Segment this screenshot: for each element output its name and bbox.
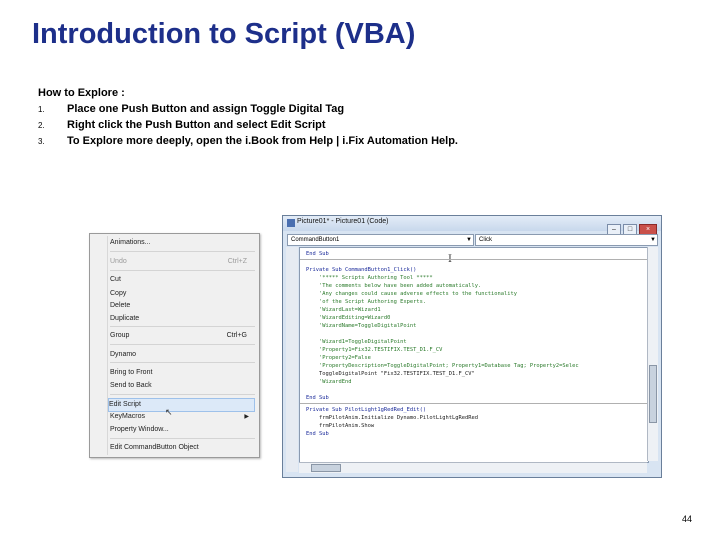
menu-item[interactable]: Delete (110, 300, 255, 312)
menu-item[interactable]: Animations... (110, 237, 255, 249)
code-window: Picture01* - Picture01 (Code) – □ × Comman… (282, 215, 662, 478)
code-line: 'of the Script Authoring Experts. (306, 299, 427, 305)
menu-item[interactable]: Cut (110, 274, 255, 286)
step-number: 2. (38, 121, 45, 130)
steps-list: 1. Place one Push Button and assign Toggl… (38, 101, 458, 149)
code-line: 'Any changes could cause adverse effects… (306, 291, 517, 297)
menu-item-label: Delete (110, 302, 131, 309)
code-editor[interactable]: I End Sub Private Sub CommandButton1_Clic… (299, 247, 649, 463)
horizontal-scrollbar[interactable] (299, 462, 647, 473)
procedure-separator (300, 259, 648, 260)
code-line: 'The comments below have been added auto… (306, 283, 482, 289)
procedure-separator (300, 403, 648, 404)
code-line: 'WizardEditing=Wizard0 (306, 315, 391, 321)
menu-separator (110, 394, 255, 395)
menu-item-label: Duplicate (110, 315, 140, 322)
menu-gutter (107, 236, 108, 455)
window-controls: – □ × (605, 218, 657, 236)
step-text: Right click the Push Button and select E… (67, 119, 326, 131)
page-number: 44 (681, 514, 692, 524)
code-line: '***** Scripts Authoring Tool ***** (306, 275, 433, 281)
chevron-right-icon: ▶ (244, 414, 249, 420)
code-line: 'Property1=Fix32.TESTIFIX.TEST_D1.F_CV (306, 347, 443, 353)
window-title: Picture01* - Picture01 (Code) (297, 218, 389, 225)
menu-item-label: Property Window... (110, 426, 169, 433)
step-number: 3. (38, 137, 45, 146)
code-line: End Sub (306, 395, 329, 401)
menu-item-label: Bring to Front (110, 369, 153, 376)
intro-text: How to Explore : (38, 87, 125, 99)
menu-item[interactable]: Bring to Front (110, 367, 255, 379)
code-line: Private Sub PilotLight1gRedRed_Edit() (306, 407, 427, 413)
code-line: Private Sub CommandButton1_Click() (306, 267, 417, 273)
menu-item-label: Group (110, 332, 130, 339)
chevron-down-icon[interactable]: ▼ (466, 235, 472, 245)
menu-item[interactable]: Group Ctrl+G (110, 330, 255, 342)
menu-item-shortcut: Ctrl+Z (227, 258, 247, 265)
object-combo[interactable]: CommandButton1 ▼ (287, 234, 474, 246)
menu-separator (110, 326, 255, 327)
menu-separator (110, 344, 255, 345)
code-line: 'WizardLast=Wizard1 (306, 307, 381, 313)
title-bar[interactable]: Picture01* - Picture01 (Code) – □ × (283, 216, 661, 236)
vba-window-icon (287, 219, 295, 227)
procedure-combo[interactable]: Click ▼ (475, 234, 658, 246)
step-text: To Explore more deeply, open the i.Book … (67, 135, 458, 147)
horizontal-scroll-thumb[interactable] (311, 464, 341, 472)
procedure-combo-value: Click (479, 237, 492, 243)
chevron-down-icon[interactable]: ▼ (650, 235, 656, 245)
step-item: 2. Right click the Push Button and select… (38, 117, 458, 133)
code-line: End Sub (306, 431, 329, 437)
menu-item[interactable]: Property Window... (110, 424, 255, 436)
code-line: ToggleDigitalPoint "Fix32.TESTIFIX.TEST_… (306, 371, 475, 377)
code-line: 'Wizard1=ToggleDigitalPoint (306, 339, 407, 345)
menu-separator (110, 362, 255, 363)
code-line: frmPilotAnim.Initialize Dynamo.PilotLigh… (306, 415, 479, 421)
menu-item-shortcut: Ctrl+G (226, 332, 247, 339)
menu-item-label: Animations... (110, 239, 151, 246)
code-line: 'PropertyDescription=ToggleDigitalPoint;… (306, 363, 579, 369)
menu-item[interactable]: Edit CommandButton Object (110, 442, 255, 454)
menu-item[interactable]: Send to Back (110, 380, 255, 392)
menu-item-label: Dynamo (110, 351, 137, 358)
menu-item[interactable]: Edit Script ↖ (108, 398, 255, 417)
menu-item[interactable]: Undo Ctrl+Z (110, 256, 255, 268)
code-line: 'WizardName=ToggleDigitalPoint (306, 323, 417, 329)
step-item: 3. To Explore more deeply, open the i.Boo… (38, 133, 458, 149)
menu-item-label: Edit CommandButton Object (110, 444, 199, 451)
margin-indicator-bar (286, 247, 298, 472)
menu-item-label: Copy (110, 290, 127, 297)
menu-item-label: Edit Script (109, 401, 141, 408)
context-menu: Animations... Undo Ctrl+Z Cut Copy Delete Dupl… (89, 233, 260, 458)
menu-separator (110, 270, 255, 271)
code-line: frmPilotAnim.Show (306, 423, 375, 429)
menu-item[interactable]: Copy (110, 288, 255, 300)
step-number: 1. (38, 105, 45, 114)
menu-item-label: Send to Back (110, 382, 152, 389)
vertical-scroll-thumb[interactable] (649, 365, 657, 423)
menu-item[interactable]: Duplicate (110, 313, 255, 325)
code-line: 'WizardEnd (306, 379, 352, 385)
menu-separator (110, 251, 255, 252)
menu-item-label: Cut (110, 276, 121, 283)
slide-title: Introduction to Script (VBA) (32, 18, 416, 50)
menu-item-label: KeyMacros (110, 413, 146, 420)
menu-item-label: Undo (110, 258, 127, 265)
code-line: End Sub (306, 251, 329, 257)
vertical-scrollbar[interactable] (647, 247, 658, 461)
code-line: 'Property2=False (306, 355, 371, 361)
menu-item[interactable]: Dynamo (110, 349, 255, 361)
step-item: 1. Place one Push Button and assign Toggl… (38, 101, 458, 117)
step-text: Place one Push Button and assign Toggle … (67, 103, 345, 115)
menu-separator (110, 438, 255, 439)
object-combo-value: CommandButton1 (291, 237, 340, 243)
text-cursor-icon: I (448, 255, 452, 265)
menu-item[interactable]: KeyMacros ▶ (110, 411, 255, 423)
